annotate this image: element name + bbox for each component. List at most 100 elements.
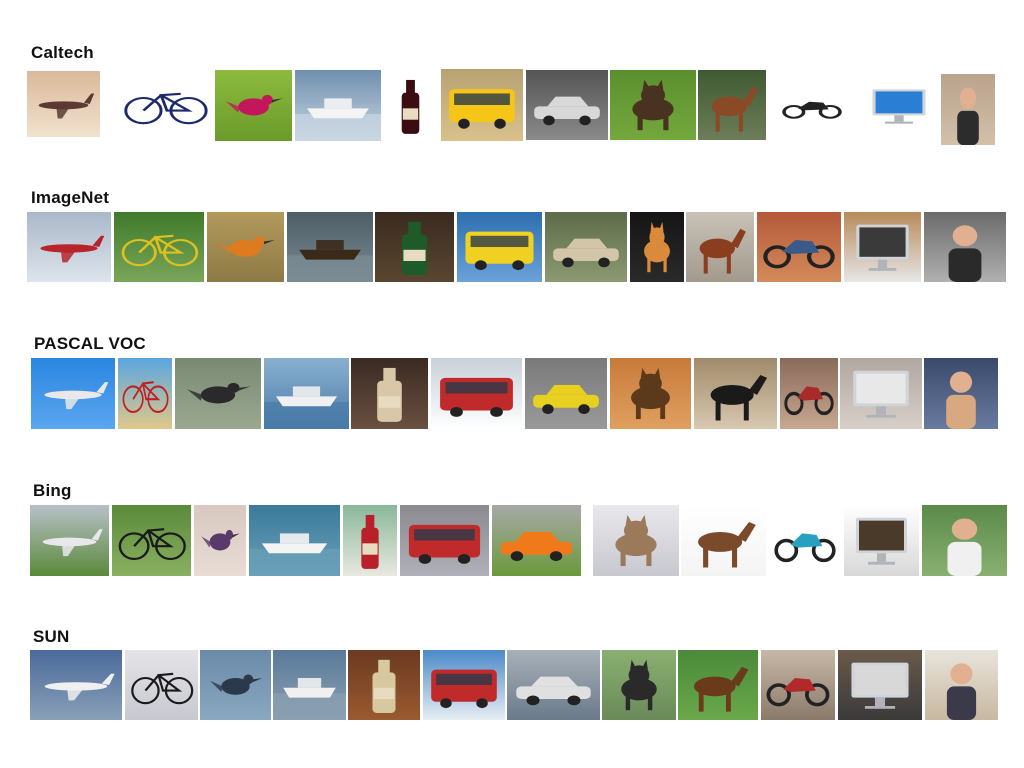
dataset-label-pascal-voc: PASCAL VOC (34, 334, 146, 353)
thumbnail-dog (593, 505, 679, 576)
thumbnail-car (526, 70, 608, 140)
thumbnail-car (507, 650, 600, 720)
dataset-label-sun: SUN (33, 627, 70, 646)
horse-picture (686, 212, 754, 282)
thumbnail-bicycle (112, 505, 191, 576)
thumbnail-person (924, 212, 1006, 282)
monitor-picture (838, 650, 922, 720)
thumbnail-bird (215, 70, 292, 141)
thumbnail-horse (678, 650, 758, 720)
thumbnail-bottle (348, 650, 420, 720)
thumbnail-boat (264, 358, 349, 429)
thumbnail-bottle (375, 212, 454, 282)
thumbnail-bicycle (118, 358, 172, 429)
thumbnail-horse (694, 358, 777, 429)
thumbnail-airplane (30, 505, 109, 576)
boat-picture (273, 650, 346, 720)
bottle-picture (351, 358, 428, 429)
motorbike-picture (769, 505, 841, 576)
boat-picture (287, 212, 373, 282)
person-picture (922, 505, 1007, 576)
thumbnail-boat (249, 505, 340, 576)
person-picture (941, 74, 995, 145)
thumbnail-horse (681, 505, 766, 576)
thumbnail-boat (295, 70, 381, 141)
bus-picture (457, 212, 542, 282)
thumbnail-boat (287, 212, 373, 282)
dog-picture (630, 212, 684, 282)
motorbike-picture (777, 85, 847, 127)
airplane-picture (31, 358, 115, 429)
thumbnail-dog (630, 212, 684, 282)
dataset-label-bing: Bing (33, 481, 72, 500)
thumbnail-bus (423, 650, 505, 720)
bottle-picture (348, 650, 420, 720)
bicycle-picture (112, 505, 191, 576)
thumbnail-bird (194, 505, 246, 576)
boat-picture (264, 358, 349, 429)
thumbnail-horse (686, 212, 754, 282)
thumbnail-person (941, 74, 995, 145)
thumbnail-airplane (27, 212, 111, 282)
boat-picture (295, 70, 381, 141)
thumbnail-airplane (31, 358, 115, 429)
thumbnail-horse (698, 70, 766, 140)
bird-picture (200, 650, 271, 720)
car-picture (525, 358, 607, 429)
bottle-picture (383, 70, 438, 141)
thumbnail-bottle (343, 505, 397, 576)
horse-picture (681, 505, 766, 576)
car-picture (545, 212, 627, 282)
bus-picture (423, 650, 505, 720)
motorbike-picture (780, 358, 838, 429)
car-picture (492, 505, 581, 576)
person-picture (924, 212, 1006, 282)
dataset-label-imagenet: ImageNet (31, 188, 110, 207)
thumbnail-monitor (840, 358, 922, 429)
monitor-picture (844, 212, 921, 282)
dog-picture (593, 505, 679, 576)
car-picture (526, 70, 608, 140)
dog-picture (610, 358, 691, 429)
thumbnail-motorbike (757, 212, 841, 282)
boat-picture (249, 505, 340, 576)
horse-picture (694, 358, 777, 429)
thumbnail-dog (610, 358, 691, 429)
dataset-label-caltech: Caltech (31, 43, 94, 62)
bus-picture (400, 505, 489, 576)
bus-picture (431, 358, 522, 429)
thumbnail-person (922, 505, 1007, 576)
airplane-picture (27, 71, 100, 137)
thumbnail-bottle (383, 70, 438, 141)
thumbnail-bird (200, 650, 271, 720)
thumbnail-person (924, 358, 998, 429)
thumbnail-monitor (860, 80, 938, 132)
thumbnail-dog (602, 650, 676, 720)
thumbnail-dog (610, 70, 696, 140)
thumbnail-bus (441, 69, 523, 141)
monitor-picture (844, 505, 919, 576)
airplane-picture (30, 505, 109, 576)
car-picture (507, 650, 600, 720)
thumbnail-motorbike (769, 505, 841, 576)
bottle-picture (375, 212, 454, 282)
thumbnail-bicycle (125, 650, 198, 720)
bicycle-picture (114, 212, 204, 282)
motorbike-picture (757, 212, 841, 282)
thumbnail-airplane (27, 71, 100, 137)
motorbike-picture (761, 650, 835, 720)
thumbnail-motorbike (761, 650, 835, 720)
thumbnail-bus (457, 212, 542, 282)
bird-picture (207, 212, 284, 282)
thumbnail-bottle (351, 358, 428, 429)
thumbnail-bicycle (116, 70, 214, 140)
thumbnail-car (545, 212, 627, 282)
dog-picture (602, 650, 676, 720)
thumbnail-bird (207, 212, 284, 282)
thumbnail-boat (273, 650, 346, 720)
bird-picture (194, 505, 246, 576)
monitor-picture (860, 80, 938, 132)
bicycle-picture (125, 650, 198, 720)
thumbnail-monitor (838, 650, 922, 720)
thumbnail-bicycle (114, 212, 204, 282)
